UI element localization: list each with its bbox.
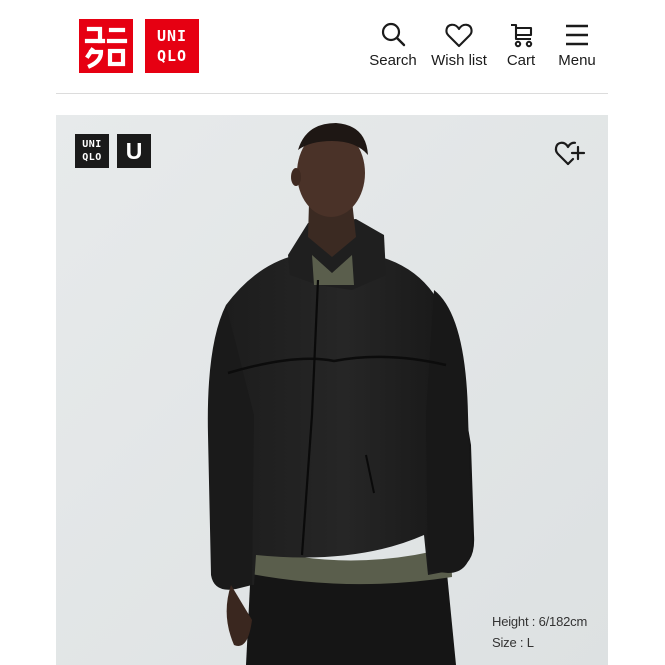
logo-line-uni: UNI	[156, 27, 188, 45]
nav-search-label: Search	[369, 52, 417, 69]
nav-menu-label: Menu	[558, 52, 596, 69]
uniqlo-logo[interactable]: UNI QLO	[145, 19, 199, 73]
header-divider	[56, 93, 608, 94]
logo-line-qlo: QLO	[156, 47, 188, 65]
nav-search[interactable]: Search	[358, 20, 428, 69]
badge-line-qlo: QLO	[82, 152, 102, 163]
badge-u-label: U	[125, 138, 143, 164]
app-frame: UNI QLO Search Wish list Cart Menu UNI Q…	[0, 0, 665, 665]
search-icon	[381, 22, 406, 47]
uniqlo-katakana-logo[interactable]	[79, 19, 133, 73]
heart-plus-icon[interactable]	[554, 137, 586, 167]
katakana-logo-mark	[84, 26, 128, 69]
uniqlo-badge: UNI QLO	[75, 134, 109, 168]
model-photo	[56, 115, 608, 665]
heart-icon	[445, 23, 473, 48]
nav-menu[interactable]: Menu	[542, 20, 612, 69]
badge-line-uni: UNI	[82, 139, 102, 150]
nav-wishlist[interactable]: Wish list	[424, 20, 494, 69]
model-height-caption: Height : 6/182cm	[492, 614, 588, 629]
uniqlo-u-badge: U	[117, 134, 151, 168]
header-nav: Search Wish list Cart Menu	[368, 20, 608, 80]
model-size-caption: Size : L	[492, 635, 534, 650]
site-header: UNI QLO Search Wish list Cart Menu	[56, 0, 608, 94]
cart-icon	[511, 23, 533, 48]
product-image[interactable]: UNI QLO U Height : 6/182cm Size : L	[56, 115, 608, 665]
nav-wishlist-label: Wish list	[431, 52, 487, 69]
menu-icon	[566, 24, 588, 46]
